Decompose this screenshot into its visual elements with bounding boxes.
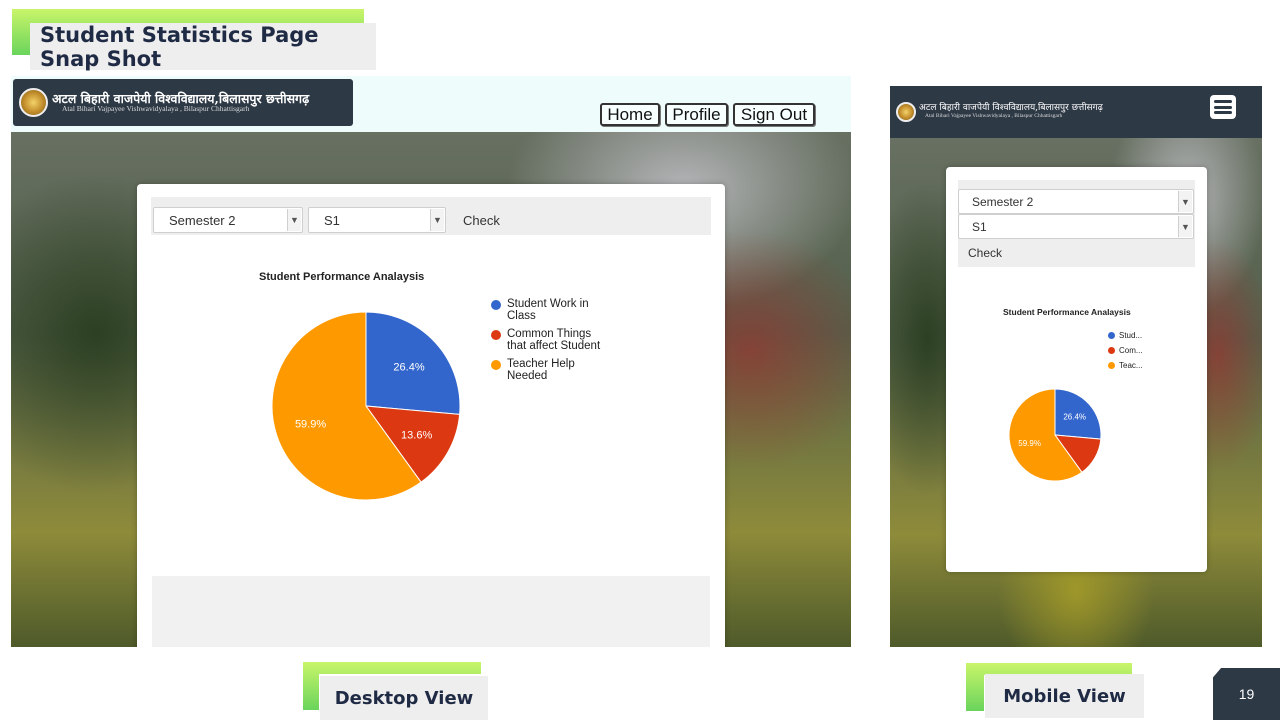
legend-dot-red <box>1108 347 1115 354</box>
legend-label: Stud... <box>1119 331 1143 340</box>
mobile-stats-card: Semester 2 ▼ S1 ▼ Check Student Performa… <box>946 167 1207 572</box>
desktop-caption-text: Desktop View <box>334 687 474 709</box>
desktop-caption: Desktop View <box>320 676 488 720</box>
section-select-value: S1 <box>324 212 340 228</box>
pie-slice-label-1: 13.6% <box>401 429 432 441</box>
legend-dot-blue <box>1108 332 1115 339</box>
card-footer <box>152 576 710 647</box>
mobile-caption: Mobile View <box>985 674 1144 718</box>
desktop-screenshot: अटल बिहारी वाजपेयी विश्वविद्यालय,बिलासपु… <box>11 76 851 647</box>
mobile-header: अटल बिहारी वाजपेयी विश्वविद्यालय,बिलासपु… <box>890 86 1262 138</box>
pie-slice-label-2: 59.9% <box>295 419 326 431</box>
legend-dot-orange <box>1108 362 1115 369</box>
legend-label: Teacher Help Needed <box>507 358 575 382</box>
legend-label: Student Work in Class <box>507 298 589 322</box>
semester-select[interactable]: Semester 2 ▼ <box>958 189 1194 214</box>
legend-item-common-things: Com... <box>1108 346 1143 355</box>
semester-select-value: Semester 2 <box>169 212 236 228</box>
section-select[interactable]: S1 ▼ <box>308 207 446 233</box>
pie-slice-label-0: 26.4% <box>393 361 424 373</box>
desktop-logo[interactable]: अटल बिहारी वाजपेयी विश्वविद्यालय,बिलासपु… <box>13 79 353 126</box>
legend-label: Common Things that affect Student <box>507 328 601 352</box>
page-number: 19 <box>1213 668 1280 720</box>
slide-title: Student Statistics Page Snap Shot <box>30 22 376 71</box>
sign-out-button[interactable]: Sign Out <box>733 103 815 126</box>
check-button[interactable]: Check <box>968 242 1002 264</box>
home-button[interactable]: Home <box>600 103 660 126</box>
legend-dot-red <box>491 330 501 340</box>
legend-item-common-things: Common Things that affect Student <box>491 328 611 352</box>
stats-card: Semester 2 ▼ S1 ▼ Check Student Performa… <box>137 184 725 647</box>
legend-item-student-work: Student Work in Class <box>491 298 611 322</box>
mobile-screenshot: अटल बिहारी वाजपेयी विश्वविद्यालय,बिलासपु… <box>890 86 1262 647</box>
chevron-down-icon: ▼ <box>1178 216 1192 237</box>
university-emblem-icon <box>896 102 916 122</box>
university-emblem-icon <box>19 88 48 117</box>
legend-dot-blue <box>491 300 501 310</box>
legend-item-teacher-help: Teac... <box>1108 361 1143 370</box>
semester-select-value: Semester 2 <box>972 194 1034 209</box>
chevron-down-icon: ▼ <box>1178 191 1192 212</box>
mobile-filter-panel: Semester 2 ▼ S1 ▼ Check <box>958 180 1195 267</box>
check-button[interactable]: Check <box>459 208 504 232</box>
slide-title-text: Student Statistics Page Snap Shot <box>40 22 319 71</box>
logo-name-english: Atal Bihari Vajpayee Vishwavidyalaya , B… <box>62 104 250 114</box>
section-select-value: S1 <box>972 219 987 234</box>
mobile-pie-chart: 26.4% 59.9% <box>1008 388 1102 482</box>
chart-title: Student Performance Analaysis <box>259 271 425 283</box>
section-select[interactable]: S1 ▼ <box>958 214 1194 239</box>
slide: Student Statistics Page Snap Shot अटल बि… <box>0 0 1280 720</box>
mobile-caption-text: Mobile View <box>1003 685 1126 707</box>
semester-select[interactable]: Semester 2 ▼ <box>153 207 303 233</box>
legend-dot-orange <box>491 360 501 370</box>
desktop-pie-chart: 26.4% 13.6% 59.9% <box>271 311 461 501</box>
chevron-down-icon: ▼ <box>430 209 444 231</box>
profile-button[interactable]: Profile <box>665 103 728 126</box>
chart-title: Student Performance Analaysis <box>1003 307 1131 317</box>
legend-item-student-work: Stud... <box>1108 331 1142 340</box>
pie-slice-label-2: 59.9% <box>1018 439 1041 448</box>
legend-item-teacher-help: Teacher Help Needed <box>491 358 611 382</box>
legend-label: Teac... <box>1119 361 1143 370</box>
filter-row: Semester 2 ▼ S1 ▼ Check <box>151 197 711 235</box>
legend-label: Com... <box>1119 346 1143 355</box>
pie-slice-label-0: 26.4% <box>1063 413 1086 422</box>
hamburger-icon[interactable] <box>1210 95 1236 119</box>
chevron-down-icon: ▼ <box>287 209 301 231</box>
logo-name-english: Atal Bihari Vajpayee Vishwavidyalaya , B… <box>925 112 1063 119</box>
